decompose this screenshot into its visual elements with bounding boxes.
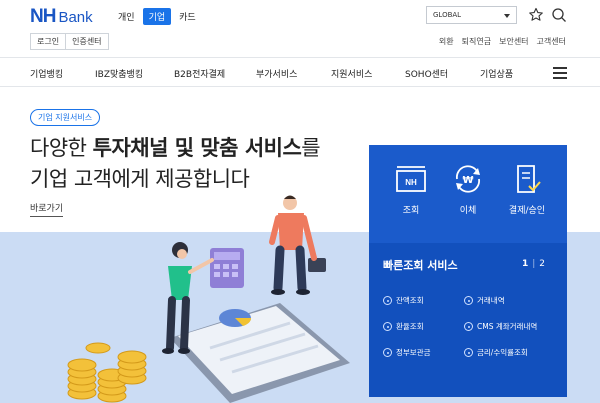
- util-customer[interactable]: 고객센터: [537, 36, 566, 47]
- fx-rate-icon: [383, 322, 392, 331]
- logo-nh: NH: [30, 6, 56, 27]
- service-inquiry[interactable]: NH 조회: [383, 163, 439, 216]
- nav-products[interactable]: 기업상품: [480, 67, 513, 80]
- man-figure: [269, 195, 326, 295]
- coin-stacks: [67, 342, 147, 403]
- quick-inquiry: 빠른조회 서비스 1 | 2 잔액조회 거래내역 환율조회 CMS 계좌거래내역 정…: [369, 243, 567, 397]
- service-approval[interactable]: 결제/승인: [499, 163, 555, 216]
- service-transfer-label: 이체: [459, 206, 477, 216]
- nav-support[interactable]: 지원서비스: [331, 67, 372, 80]
- hero-more-link[interactable]: 바로가기: [30, 201, 64, 217]
- transfer-icon-text: ₩: [462, 175, 473, 186]
- transactions-icon: [464, 296, 473, 305]
- gov-deposit-icon: [383, 348, 392, 357]
- util-pension[interactable]: 퇴직연금: [462, 36, 491, 47]
- chevron-down-icon: [504, 14, 510, 18]
- balance-icon: [383, 296, 392, 305]
- quick-balance[interactable]: 잔액조회: [383, 295, 424, 306]
- pager-next[interactable]: 2: [539, 259, 545, 269]
- quick-transactions[interactable]: 거래내역: [464, 295, 505, 306]
- service-transfer[interactable]: ₩ 이체: [440, 163, 496, 216]
- quick-inquiry-title: 빠른조회 서비스: [383, 259, 458, 272]
- calculator-illustration: [210, 248, 244, 288]
- utility-links: 외환 퇴직연금 보안센터 고객센터: [439, 36, 566, 47]
- tablet-illustration: [170, 303, 350, 403]
- nav-ibz-banking[interactable]: IBZ맞춤뱅킹: [95, 67, 143, 80]
- quick-fx-rate[interactable]: 환율조회: [383, 321, 424, 332]
- auth-buttons: 로그인 인증센터: [30, 33, 109, 50]
- transfer-icon: ₩: [456, 165, 480, 193]
- nh-bank-logo[interactable]: NH Bank: [30, 6, 93, 28]
- quick-fx-rate-label: 환율조회: [396, 322, 424, 331]
- nav-soho[interactable]: SOHO센터: [405, 67, 448, 80]
- quick-pager[interactable]: 1 | 2: [522, 259, 545, 269]
- service-inquiry-label: 조회: [402, 206, 420, 216]
- nav-corporate-banking[interactable]: 기업뱅킹: [30, 67, 63, 80]
- quick-balance-label: 잔액조회: [396, 296, 424, 305]
- cms-icon: [464, 322, 473, 331]
- headline-plain: 다양한: [30, 136, 93, 160]
- quick-rates[interactable]: 금리/수익률조회: [464, 347, 528, 358]
- quick-transactions-label: 거래내역: [477, 296, 505, 305]
- inquiry-icon-text: NH: [405, 178, 417, 187]
- tab-personal[interactable]: 개인: [112, 8, 141, 25]
- login-button[interactable]: 로그인: [31, 34, 66, 49]
- quick-gov-deposit[interactable]: 정부보관금: [383, 347, 431, 358]
- tab-business[interactable]: 기업: [142, 8, 172, 25]
- inquiry-icon: NH: [396, 166, 426, 192]
- util-fx[interactable]: 외환: [439, 36, 454, 47]
- quick-rates-label: 금리/수익률조회: [477, 348, 528, 357]
- service-shortcuts: NH 조회 ₩ 이체 결제/승인: [369, 145, 567, 243]
- headline-bold: 투자채널 및 맞춤 서비스: [92, 136, 302, 160]
- cert-center-button[interactable]: 인증센터: [65, 34, 108, 49]
- segment-tabs: 개인 기업 카드: [112, 8, 202, 25]
- util-security[interactable]: 보안센터: [499, 36, 528, 47]
- headline-tail: 를: [301, 136, 321, 160]
- service-panel: NH 조회 ₩ 이체 결제/승인 빠른조회 서비스 1 | 2 잔액조회 거래내…: [369, 145, 567, 397]
- rates-icon: [464, 348, 473, 357]
- hamburger-menu-icon[interactable]: [553, 67, 567, 79]
- star-icon[interactable]: [528, 7, 544, 23]
- quick-cms-label: CMS 계좌거래내역: [477, 322, 538, 331]
- language-select-value: GLOBAL: [433, 11, 462, 19]
- quick-gov-deposit-label: 정부보관금: [396, 348, 431, 357]
- hero-headline: 다양한 투자채널 및 맞춤 서비스를 기업 고객에게 제공합니다: [30, 133, 321, 195]
- header: NH Bank 개인 기업 카드 로그인 인증센터 GLOBAL 외환 퇴직연금…: [0, 0, 600, 56]
- quick-cms[interactable]: CMS 계좌거래내역: [464, 321, 537, 332]
- approval-icon: [517, 165, 541, 193]
- service-approval-label: 결제/승인: [508, 206, 546, 216]
- tab-card[interactable]: 카드: [173, 8, 202, 25]
- pager-current[interactable]: 1: [522, 259, 528, 269]
- nav-value-added[interactable]: 부가서비스: [256, 67, 297, 80]
- language-select[interactable]: GLOBAL: [426, 6, 517, 24]
- main-nav: 기업뱅킹 IBZ맞춤뱅킹 B2B전자결제 부가서비스 지원서비스 SOHO센터 …: [0, 57, 600, 87]
- search-icon[interactable]: [551, 7, 567, 23]
- logo-bank: Bank: [58, 9, 93, 26]
- business-illustration: [67, 195, 350, 403]
- hero-badge: 기업 지원서비스: [30, 109, 101, 126]
- nav-b2b-payment[interactable]: B2B전자결제: [174, 67, 225, 80]
